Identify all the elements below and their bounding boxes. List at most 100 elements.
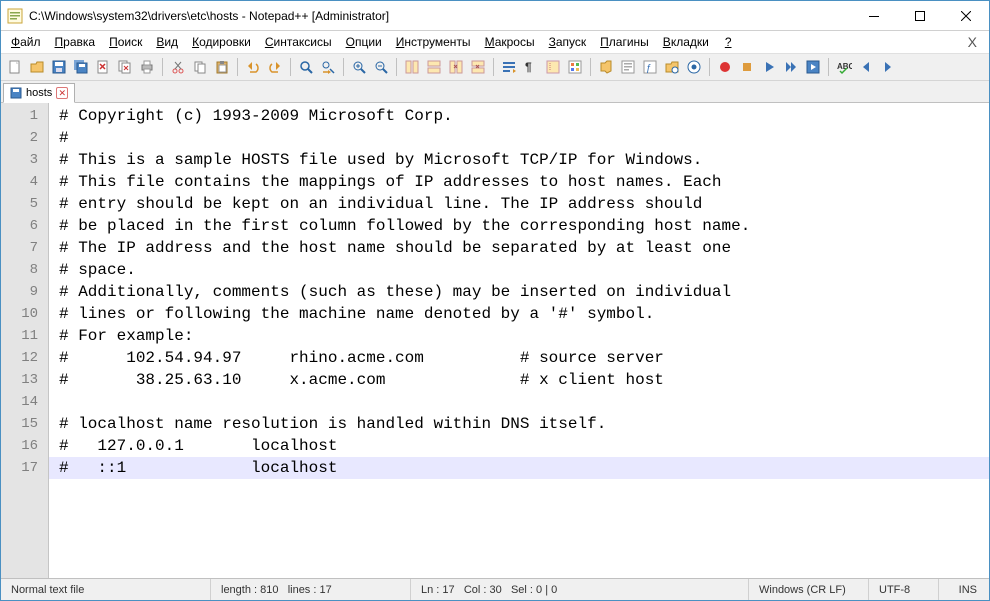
menu-window[interactable]: Вкладки [657, 33, 715, 51]
menu-file[interactable]: Файл [5, 33, 47, 51]
code-line[interactable]: # space. [59, 259, 989, 281]
status-eol[interactable]: Windows (CR LF) [749, 579, 869, 600]
save-macro-icon[interactable] [803, 57, 823, 77]
menu-run[interactable]: Запуск [543, 33, 593, 51]
code-content[interactable]: # Copyright (c) 1993-2009 Microsoft Corp… [49, 103, 989, 479]
status-encoding[interactable]: UTF-8 [869, 579, 939, 600]
menu-macro[interactable]: Макросы [479, 33, 541, 51]
menu-encoding[interactable]: Кодировки [186, 33, 257, 51]
show-all-chars-icon[interactable]: ¶ [521, 57, 541, 77]
code-line[interactable]: # This is a sample HOSTS file used by Mi… [59, 149, 989, 171]
line-number: 7 [1, 237, 48, 259]
code-line[interactable]: # Additionally, comments (such as these)… [59, 281, 989, 303]
close-all-icon[interactable] [115, 57, 135, 77]
menu-help[interactable]: ? [719, 33, 738, 51]
line-number: 4 [1, 171, 48, 193]
menu-tools[interactable]: Инструменты [390, 33, 477, 51]
code-line[interactable]: # 38.25.63.10 x.acme.com # x client host [59, 369, 989, 391]
zoom-out-icon[interactable] [371, 57, 391, 77]
titlebar: C:\Windows\system32\drivers\etc\hosts - … [1, 1, 989, 31]
minimize-button[interactable] [851, 1, 897, 31]
menu-plugins[interactable]: Плагины [594, 33, 655, 51]
line-number-gutter: 1234567891011121314151617 [1, 103, 49, 578]
code-line[interactable]: # lines or following the machine name de… [59, 303, 989, 325]
open-file-icon[interactable] [27, 57, 47, 77]
status-length: length : 810 lines : 17 [211, 579, 411, 600]
sync-scroll-h-icon[interactable] [468, 57, 488, 77]
code-line[interactable]: # localhost name resolution is handled w… [59, 413, 989, 435]
line-number: 13 [1, 369, 48, 391]
replace-icon[interactable] [318, 57, 338, 77]
menubar: Файл Правка Поиск Вид Кодировки Синтакси… [1, 31, 989, 53]
word-wrap-icon[interactable] [499, 57, 519, 77]
user-lang-icon[interactable] [565, 57, 585, 77]
spellcheck-next-icon[interactable] [878, 57, 898, 77]
play-macro-icon[interactable] [759, 57, 779, 77]
close-file-icon[interactable] [93, 57, 113, 77]
stop-macro-icon[interactable] [737, 57, 757, 77]
spellcheck-prev-icon[interactable] [856, 57, 876, 77]
code-line[interactable]: # The IP address and the host name shoul… [59, 237, 989, 259]
line-number: 5 [1, 193, 48, 215]
record-macro-icon[interactable] [715, 57, 735, 77]
tab-hosts[interactable]: hosts ✕ [3, 83, 75, 103]
status-filetype: Normal text file [1, 579, 211, 600]
code-line[interactable]: # Copyright (c) 1993-2009 Microsoft Corp… [59, 105, 989, 127]
save-icon[interactable] [49, 57, 69, 77]
code-line[interactable]: # 102.54.94.97 rhino.acme.com # source s… [59, 347, 989, 369]
sync-scroll-v-icon[interactable] [446, 57, 466, 77]
undo-icon[interactable] [243, 57, 263, 77]
line-number: 1 [1, 105, 48, 127]
line-number: 9 [1, 281, 48, 303]
menu-language[interactable]: Синтаксисы [259, 33, 338, 51]
code-line[interactable]: # [59, 127, 989, 149]
save-all-icon[interactable] [71, 57, 91, 77]
print-icon[interactable] [137, 57, 157, 77]
maximize-button[interactable] [897, 1, 943, 31]
indent-guide-icon[interactable] [543, 57, 563, 77]
close-button[interactable] [943, 1, 989, 31]
line-number: 16 [1, 435, 48, 457]
find-icon[interactable] [296, 57, 316, 77]
spellcheck-icon[interactable]: ABC [834, 57, 854, 77]
play-multi-icon[interactable] [781, 57, 801, 77]
doc-map-icon[interactable] [596, 57, 616, 77]
editor-area[interactable]: 1234567891011121314151617 # Copyright (c… [1, 103, 989, 578]
svg-text:¶: ¶ [525, 60, 532, 74]
copy-icon[interactable] [190, 57, 210, 77]
window-title: C:\Windows\system32\drivers\etc\hosts - … [29, 9, 389, 23]
line-number: 11 [1, 325, 48, 347]
zoom-in-icon[interactable] [349, 57, 369, 77]
code-line[interactable]: # entry should be kept on an individual … [59, 193, 989, 215]
menu-edit[interactable]: Правка [49, 33, 102, 51]
tab-close-icon[interactable]: ✕ [56, 87, 68, 99]
code-line[interactable]: # This file contains the mappings of IP … [59, 171, 989, 193]
status-ins[interactable]: INS [939, 579, 989, 600]
sync-v-icon[interactable] [402, 57, 422, 77]
sync-h-icon[interactable] [424, 57, 444, 77]
code-line[interactable]: # 127.0.0.1 localhost [59, 435, 989, 457]
redo-icon[interactable] [265, 57, 285, 77]
function-list-icon[interactable]: ƒ [640, 57, 660, 77]
line-number: 10 [1, 303, 48, 325]
monitoring-icon[interactable] [684, 57, 704, 77]
code-line[interactable] [59, 391, 989, 413]
code-line[interactable]: # For example: [59, 325, 989, 347]
code-line[interactable]: # ::1 localhost [59, 457, 989, 479]
new-file-icon[interactable] [5, 57, 25, 77]
line-number: 8 [1, 259, 48, 281]
tab-label: hosts [26, 87, 52, 99]
tab-file-icon [10, 87, 22, 99]
menu-search[interactable]: Поиск [103, 33, 148, 51]
svg-text:ƒ: ƒ [646, 63, 652, 74]
paste-icon[interactable] [212, 57, 232, 77]
code-line[interactable]: # be placed in the first column followed… [59, 215, 989, 237]
toolbar: ¶ ƒ ABC [1, 53, 989, 81]
folder-workspace-icon[interactable] [662, 57, 682, 77]
line-number: 2 [1, 127, 48, 149]
menu-close-x[interactable]: X [960, 34, 985, 50]
doc-list-icon[interactable] [618, 57, 638, 77]
cut-icon[interactable] [168, 57, 188, 77]
menu-settings[interactable]: Опции [340, 33, 388, 51]
menu-view[interactable]: Вид [150, 33, 184, 51]
